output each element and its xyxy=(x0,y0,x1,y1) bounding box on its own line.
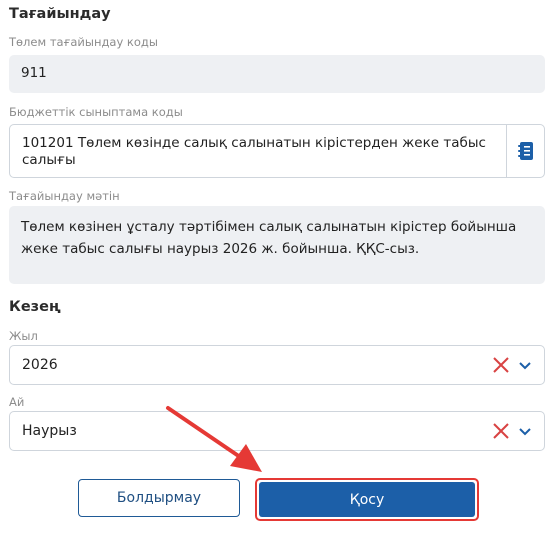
clear-month-icon[interactable] xyxy=(492,422,510,440)
purpose-text-field: Төлем көзінен ұсталу тәртібімен салық са… xyxy=(9,206,545,284)
year-select[interactable]: 2026 xyxy=(9,345,545,385)
classification-lookup-button[interactable] xyxy=(506,125,544,177)
month-value: Наурыз xyxy=(22,423,77,439)
directory-book-icon xyxy=(517,142,533,160)
month-label: Ай xyxy=(9,395,25,409)
budget-classification-field[interactable]: 101201 Төлем көзінде салық салынатын кір… xyxy=(9,124,545,178)
payment-purpose-code-label: Төлем тағайындау коды xyxy=(9,35,158,49)
clear-year-icon[interactable] xyxy=(492,356,510,374)
period-section-title: Кезең xyxy=(9,299,61,315)
year-value: 2026 xyxy=(22,357,58,373)
budget-classification-label: Бюджеттік сыныптама коды xyxy=(9,105,183,119)
purpose-section-title: Тағайындау xyxy=(9,6,111,22)
add-button[interactable]: Қосу xyxy=(259,482,475,517)
chevron-down-icon[interactable] xyxy=(518,359,532,373)
cancel-button[interactable]: Болдырмау xyxy=(78,479,240,517)
month-select[interactable]: Наурыз xyxy=(9,411,545,451)
budget-classification-value: 101201 Төлем көзінде салық салынатын кір… xyxy=(22,135,486,168)
year-label: Жыл xyxy=(9,329,38,343)
purpose-text-label: Тағайындау мәтін xyxy=(9,189,120,203)
payment-purpose-code-field: 911 xyxy=(9,55,545,93)
chevron-down-icon[interactable] xyxy=(518,425,532,439)
